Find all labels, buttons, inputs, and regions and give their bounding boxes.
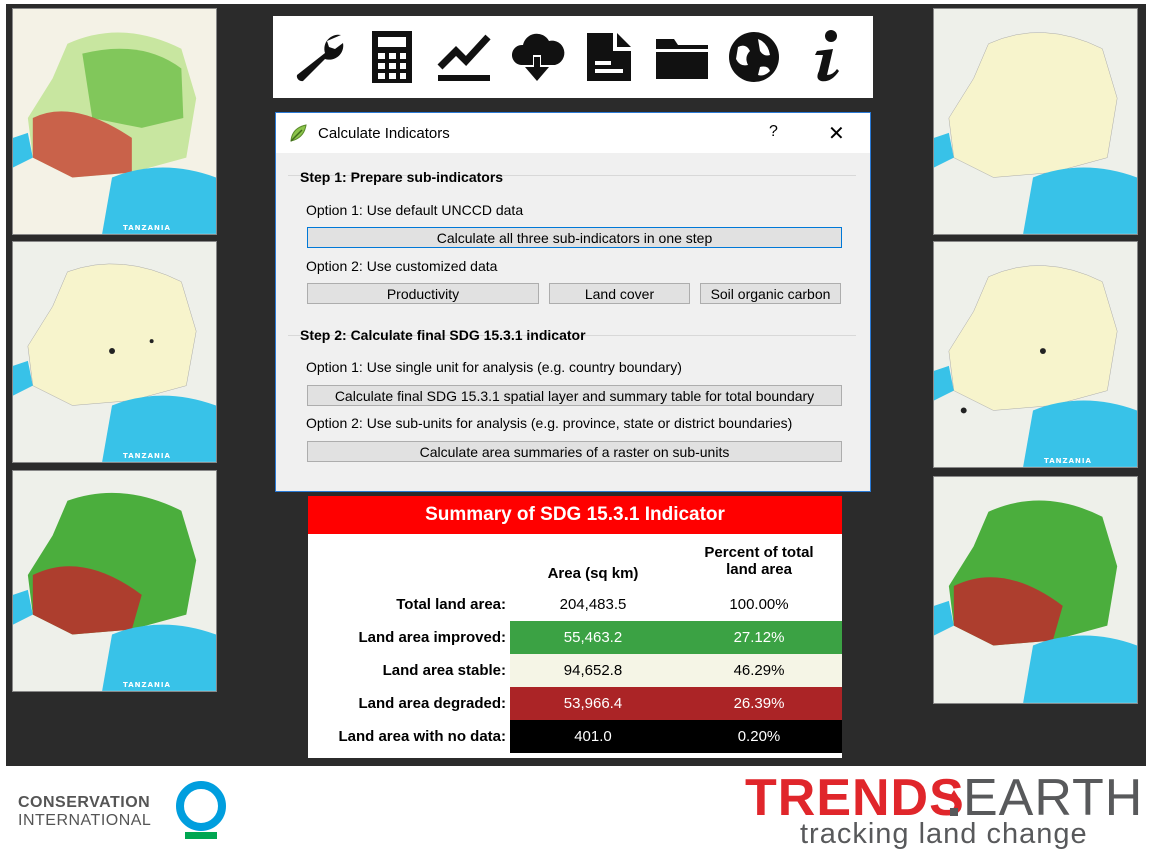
step2-title: Step 2: Calculate final SDG 15.3.1 indic…	[300, 327, 586, 343]
te-dot-icon	[949, 790, 959, 816]
dialog-titlebar: Calculate Indicators ? ✕	[276, 113, 870, 153]
map-productivity: TANZANIA	[12, 8, 217, 235]
calculator-icon[interactable]	[361, 24, 423, 90]
map-label: TANZANIA	[123, 452, 171, 460]
map-right-3	[933, 476, 1138, 704]
calculate-indicators-dialog: Calculate Indicators ? ✕ Step 1: Prepare…	[275, 112, 871, 492]
row-area: 94,652.8	[510, 654, 676, 687]
header-percent: Percent of total land area	[704, 544, 814, 578]
wrench-icon[interactable]	[288, 24, 350, 90]
soil-organic-carbon-button[interactable]: Soil organic carbon	[700, 283, 841, 304]
calculate-all-button[interactable]: Calculate all three sub-indicators in on…	[307, 227, 842, 248]
te-tagline: tracking land change	[800, 818, 1088, 850]
step2-option1-label: Option 1: Use single unit for analysis (…	[306, 359, 682, 375]
row-area: 53,966.4	[510, 687, 676, 720]
step1-option2-label: Option 2: Use customized data	[306, 258, 498, 274]
row-percent: 46.29%	[676, 654, 842, 687]
land-cover-button[interactable]: Land cover	[549, 283, 690, 304]
row-percent: 27.12%	[676, 621, 842, 654]
map-label: TANZANIA	[1044, 457, 1092, 465]
map-sdg-indicator: TANZANIA	[12, 470, 217, 692]
dialog-title: Calculate Indicators	[318, 124, 450, 142]
row-label: Land area with no data:	[338, 728, 506, 745]
globe-icon[interactable]	[723, 24, 785, 90]
close-button[interactable]: ✕	[828, 121, 845, 146]
row-label: Land area degraded:	[358, 695, 506, 712]
row-label: Land area improved:	[358, 629, 506, 646]
row-percent: 0.20%	[676, 720, 842, 753]
step2-option2-label: Option 2: Use sub-units for analysis (e.…	[306, 415, 793, 431]
ci-ring-icon	[176, 781, 226, 839]
row-area: 204,483.5	[510, 588, 676, 621]
summary-title: Summary of SDG 15.3.1 Indicator	[308, 496, 842, 534]
map-right-2: TANZANIA	[933, 241, 1138, 468]
map-label: TANZANIA	[123, 681, 171, 689]
map-right-1	[933, 8, 1138, 235]
cloud-download-icon[interactable]	[506, 24, 568, 90]
map-landcover: TANZANIA	[12, 241, 217, 463]
row-percent: 100.00%	[676, 588, 842, 621]
row-label: Land area stable:	[382, 662, 506, 679]
row-label: Total land area:	[396, 596, 506, 613]
ci-line1: CONSERVATION	[18, 794, 151, 811]
calculate-subunits-button[interactable]: Calculate area summaries of a raster on …	[307, 441, 842, 462]
row-area: 55,463.2	[510, 621, 676, 654]
row-percent: 26.39%	[676, 687, 842, 720]
folder-icon[interactable]	[651, 24, 713, 90]
plugin-toolbar	[273, 16, 873, 98]
trends-earth-logo: TRENDS EARTH tracking land change	[745, 768, 1142, 858]
row-area: 401.0	[510, 720, 676, 753]
report-icon[interactable]	[578, 24, 640, 90]
slide: TANZANIA TANZANIA TANZANIA TANZANIA Calc…	[0, 0, 1151, 868]
map-label: TANZANIA	[123, 224, 171, 232]
step1-title: Step 1: Prepare sub-indicators	[300, 169, 504, 185]
productivity-button[interactable]: Productivity	[307, 283, 539, 304]
header-area: Area (sq km)	[547, 565, 639, 582]
conservation-international-logo: CONSERVATION INTERNATIONAL	[18, 778, 238, 848]
info-icon[interactable]	[796, 24, 858, 90]
qgis-leaf-icon	[290, 124, 307, 142]
step1-option1-label: Option 1: Use default UNCCD data	[306, 202, 524, 218]
summary-table: Summary of SDG 15.3.1 Indicator Area (sq…	[308, 496, 842, 758]
calculate-final-button[interactable]: Calculate final SDG 15.3.1 spatial layer…	[307, 385, 842, 406]
ci-line2: INTERNATIONAL	[18, 812, 152, 829]
chart-line-icon[interactable]	[433, 24, 495, 90]
help-button[interactable]: ?	[769, 123, 778, 141]
